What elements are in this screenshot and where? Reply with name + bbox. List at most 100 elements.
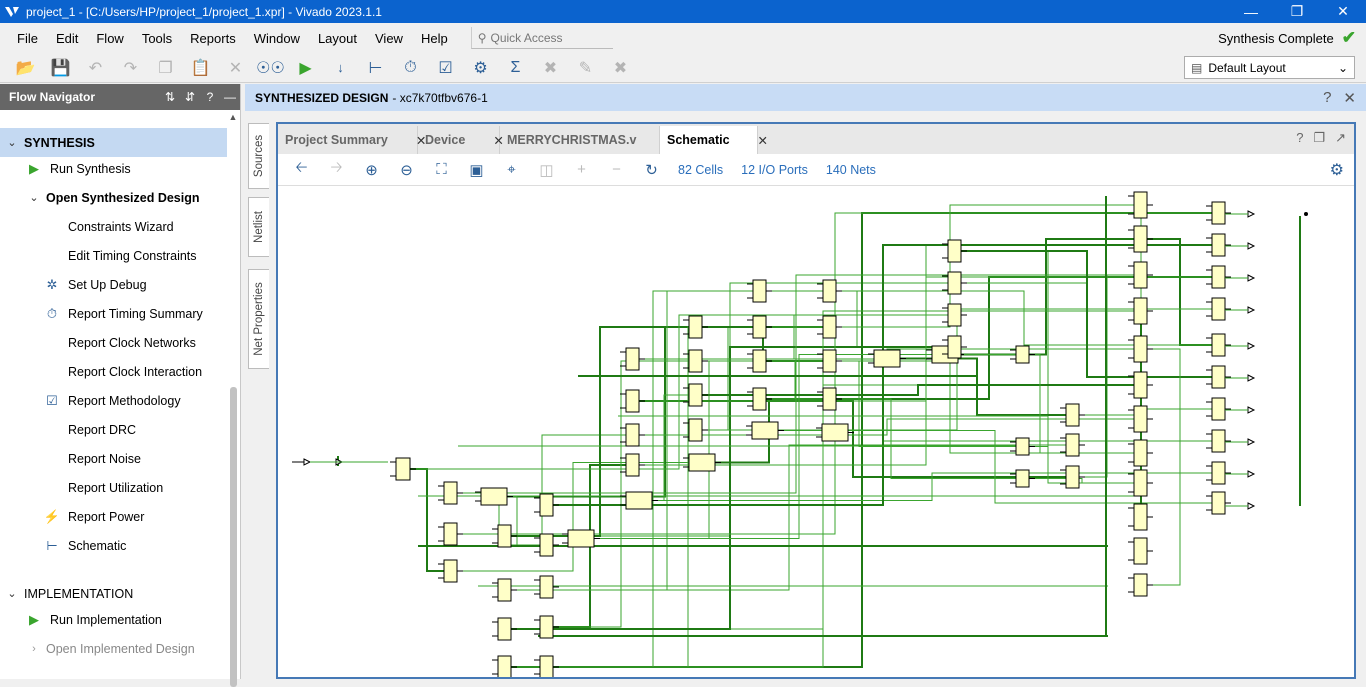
io-ports-count-link[interactable]: 12 I/O Ports: [741, 163, 808, 177]
flow-navigator-scrollbar[interactable]: ▲: [228, 112, 238, 687]
timer-icon[interactable]: ⏱: [393, 54, 428, 82]
schematic-icon[interactable]: ⊢: [358, 54, 393, 82]
flow-navigator-title: Flow Navigator: [9, 90, 96, 104]
restore-icon[interactable]: ❐: [1313, 130, 1325, 146]
tab-net-properties[interactable]: Net Properties: [248, 269, 269, 369]
save-icon[interactable]: 💾: [43, 54, 78, 82]
menu-view[interactable]: View: [366, 31, 412, 46]
open-synthesized-design-item[interactable]: ⌄ Open Synthesized Design: [22, 183, 199, 212]
back-icon[interactable]: 🡠: [284, 156, 319, 184]
layout-icon: ▤: [1191, 60, 1203, 75]
hierarchy-icon[interactable]: ◫: [529, 156, 564, 184]
menu-flow[interactable]: Flow: [87, 31, 132, 46]
chevron-down-icon[interactable]: ⌄: [0, 587, 24, 600]
refresh-icon[interactable]: ↻: [634, 156, 669, 184]
close-icon[interactable]: ✕: [1343, 89, 1356, 107]
cancel-icon[interactable]: ✖: [603, 54, 638, 82]
tab-project-summary[interactable]: Project Summary ✕: [278, 126, 426, 154]
constraints-wizard-label: Constraints Wizard: [68, 219, 174, 234]
generate-bitstream-icon[interactable]: ↓: [323, 54, 358, 82]
report-power-label: Report Power: [68, 509, 145, 524]
layout-value: Default Layout: [1208, 60, 1286, 75]
open-implemented-design-item[interactable]: › Open Implemented Design: [22, 634, 195, 663]
tab-netlist[interactable]: Netlist: [248, 197, 269, 257]
menu-help[interactable]: Help: [412, 31, 457, 46]
run-implementation-label: Run Implementation: [50, 612, 162, 627]
open-project-icon[interactable]: 📂: [8, 54, 43, 82]
report-timing-summary-item[interactable]: ⏱ Report Timing Summary: [42, 299, 203, 328]
close-button[interactable]: ✕: [1320, 0, 1366, 23]
help-icon[interactable]: ?: [1323, 89, 1331, 107]
debug-icon[interactable]: ✖: [533, 54, 568, 82]
layout-select[interactable]: ▤ Default Layout ⌄: [1184, 56, 1355, 79]
minimize-panel-icon[interactable]: —: [220, 90, 240, 104]
schematic-label: Schematic: [68, 538, 127, 553]
find-icon[interactable]: ☉☉: [253, 54, 288, 82]
minimize-button[interactable]: —: [1228, 0, 1274, 23]
expand-all-icon[interactable]: ⇵: [180, 90, 200, 104]
zoom-in-icon[interactable]: ⊕: [354, 156, 389, 184]
autofit-selection-icon[interactable]: ⌖: [494, 156, 529, 184]
tab-sources[interactable]: Sources: [248, 123, 269, 189]
tab-merrychristmas-label: MERRYCHRISTMAS.v: [507, 133, 637, 147]
report-clock-interaction-item[interactable]: Report Clock Interaction: [68, 357, 202, 386]
run-implementation-item[interactable]: ▶ Run Implementation: [24, 605, 162, 634]
help-icon[interactable]: ?: [1296, 130, 1303, 146]
edit-timing-constraints-item[interactable]: Edit Timing Constraints: [68, 241, 197, 270]
run-synthesis-item[interactable]: ▶ Run Synthesis: [24, 154, 131, 183]
menu-reports[interactable]: Reports: [181, 31, 245, 46]
menu-file[interactable]: File: [8, 31, 47, 46]
chevron-down-icon[interactable]: ⌄: [0, 136, 24, 149]
run-icon[interactable]: ▶: [288, 54, 323, 82]
forward-icon[interactable]: 🡢: [319, 156, 354, 184]
zoom-fit-icon[interactable]: ⛶: [424, 156, 459, 184]
chevron-right-icon[interactable]: ›: [22, 643, 46, 655]
sigma-icon[interactable]: Σ: [498, 54, 533, 82]
schematic-drawing[interactable]: [278, 186, 1354, 677]
quick-access-search[interactable]: ⚲ Quick Access: [470, 27, 613, 49]
tab-device[interactable]: Device ✕: [418, 126, 504, 154]
report-power-item[interactable]: ⚡ Report Power: [42, 502, 145, 531]
report-methodology-item[interactable]: ☑ Report Methodology: [42, 386, 180, 415]
schematic-canvas[interactable]: [278, 186, 1354, 677]
schematic-item[interactable]: ⊢ Schematic: [42, 531, 126, 560]
maximize-icon[interactable]: ↗: [1335, 130, 1346, 146]
report-noise-item[interactable]: Report Noise: [68, 444, 141, 473]
expand-icon[interactable]: +: [564, 156, 599, 184]
report-drc-item[interactable]: Report DRC: [68, 415, 136, 444]
edit-icon[interactable]: ✎: [568, 54, 603, 82]
paste-icon[interactable]: 📋: [183, 54, 218, 82]
nets-count-link[interactable]: 140 Nets: [826, 163, 876, 177]
collapse-icon[interactable]: −: [599, 156, 634, 184]
section-synthesis[interactable]: ⌄ SYNTHESIS: [0, 128, 227, 157]
constraints-wizard-item[interactable]: Constraints Wizard: [68, 212, 174, 241]
menu-edit[interactable]: Edit: [47, 31, 87, 46]
main-toolbar: 📂 💾 ↶ ↷ ❐ 📋 ✕ ☉☉ ▶ ↓ ⊢ ⏱ ☑ ⚙ Σ ✖ ✎ ✖ ▤ D…: [0, 53, 1366, 83]
collapse-all-icon[interactable]: ⇅: [160, 90, 180, 104]
close-icon[interactable]: ✕: [758, 133, 768, 148]
restore-button[interactable]: ❐: [1274, 0, 1320, 23]
report-clock-networks-item[interactable]: Report Clock Networks: [68, 328, 196, 357]
tab-device-label: Device: [425, 133, 466, 147]
set-up-debug-item[interactable]: ✲ Set Up Debug: [42, 270, 147, 299]
delete-icon[interactable]: ✕: [218, 54, 253, 82]
cells-count-link[interactable]: 82 Cells: [678, 163, 723, 177]
report-utilization-item[interactable]: Report Utilization: [68, 473, 163, 502]
section-implementation[interactable]: ⌄ IMPLEMENTATION: [0, 579, 133, 608]
chevron-down-icon[interactable]: ⌄: [22, 191, 46, 204]
zoom-out-icon[interactable]: ⊖: [389, 156, 424, 184]
zoom-area-icon[interactable]: ▣: [459, 156, 494, 184]
copy-icon[interactable]: ❐: [148, 54, 183, 82]
checklist-icon[interactable]: ☑: [428, 54, 463, 82]
help-icon[interactable]: ?: [200, 90, 220, 104]
menu-window[interactable]: Window: [245, 31, 309, 46]
tab-schematic[interactable]: Schematic ✕: [660, 126, 768, 154]
settings-icon[interactable]: ⚙: [463, 54, 498, 82]
tab-merrychristmas-v[interactable]: MERRYCHRISTMAS.v✕: [500, 126, 675, 154]
redo-icon[interactable]: ↷: [113, 54, 148, 82]
gear-icon[interactable]: ⚙: [1330, 160, 1344, 180]
menu-tools[interactable]: Tools: [133, 31, 181, 46]
menu-layout[interactable]: Layout: [309, 31, 366, 46]
undo-icon[interactable]: ↶: [78, 54, 113, 82]
scrollbar-thumb[interactable]: [230, 387, 237, 687]
